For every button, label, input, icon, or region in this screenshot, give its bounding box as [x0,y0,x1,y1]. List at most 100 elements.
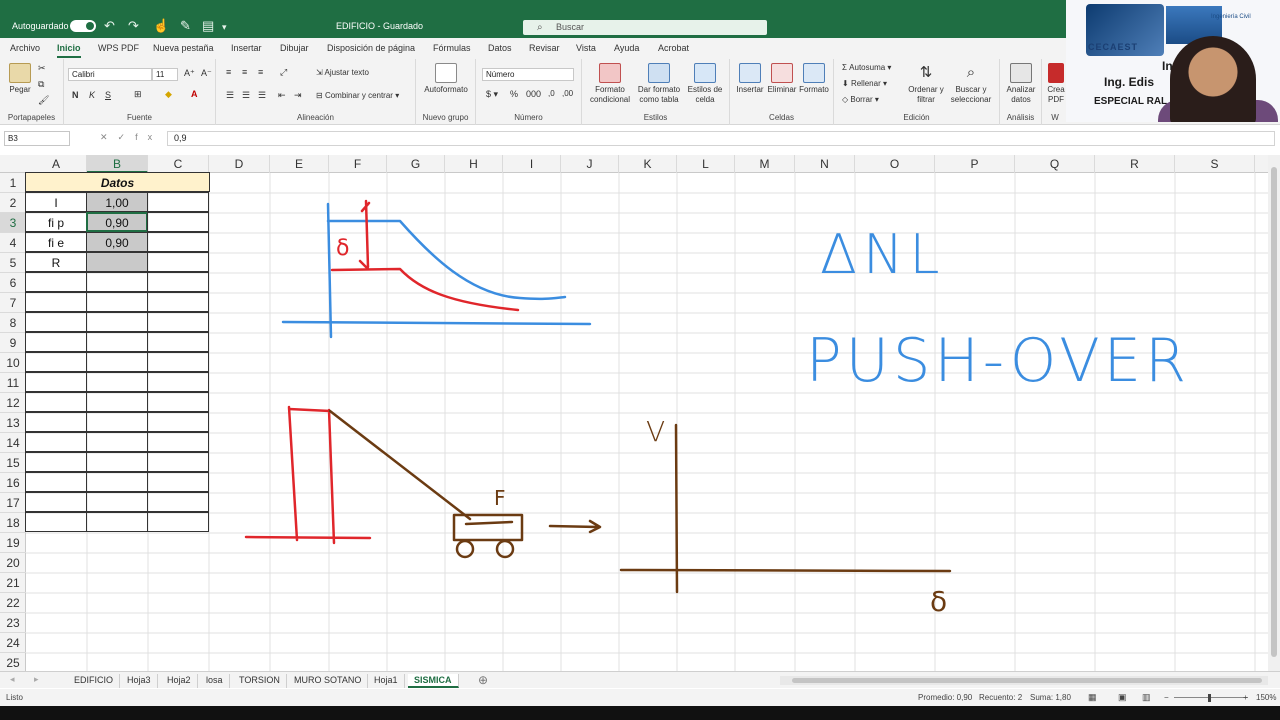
cells-area[interactable]: Datos I 1,00 fi p 0,90 fi e 0,90 R [25,172,1268,673]
vertical-scroll-thumb[interactable] [1271,167,1277,657]
empty-bordered-cell[interactable] [147,512,209,532]
value-i[interactable]: 1,00 [86,192,148,212]
empty-bordered-cell[interactable] [147,272,209,292]
tab-inicio[interactable]: Inicio [57,43,81,58]
form-icon[interactable]: ▤ [202,18,214,34]
empty-bordered-cell[interactable] [25,412,87,432]
font-size-select[interactable]: 11 [152,68,178,81]
row-header-10[interactable]: 10 [0,353,26,373]
row-header-7[interactable]: 7 [0,293,26,313]
row-header-17[interactable]: 17 [0,493,26,513]
prev-sheet-icon[interactable]: ◂ [10,674,15,685]
column-header-p[interactable]: P [935,155,1015,173]
zoom-level[interactable]: 150% [1256,693,1276,702]
empty-bordered-cell[interactable] [25,472,87,492]
borders-icon[interactable]: ⊞ [134,89,142,100]
tab-vista[interactable]: Vista [576,43,596,53]
sheet-tab-hoja1[interactable]: Hoja1 [368,674,405,688]
empty-bordered-cell[interactable] [147,312,209,332]
align-right-icon[interactable]: ☰ [258,90,266,101]
decrease-decimal-icon[interactable]: ,00 [562,89,573,98]
tab-ayuda[interactable]: Ayuda [614,43,639,53]
empty-bordered-cell[interactable] [25,312,87,332]
row-header-20[interactable]: 20 [0,553,26,573]
next-sheet-icon[interactable]: ▸ [34,674,39,685]
cell-c5[interactable] [147,252,209,272]
page-break-icon[interactable]: ▥ [1142,692,1151,703]
thousands-icon[interactable]: 000 [526,89,541,99]
row-header-25[interactable]: 25 [0,653,26,673]
row-header-9[interactable]: 9 [0,333,26,353]
empty-bordered-cell[interactable] [86,492,148,512]
formula-input[interactable]: 0,9 [167,131,1275,146]
column-header-n[interactable]: N [795,155,855,173]
cell-styles-button[interactable]: Estilos de celda [684,63,726,105]
row-header-2[interactable]: 2 [0,193,26,213]
customize-toolbar-icon[interactable]: ▾ [222,22,227,33]
tab-wps-pdf[interactable]: WPS PDF [98,43,139,53]
tab-datos[interactable]: Datos [488,43,512,53]
align-center-icon[interactable]: ☰ [242,90,250,101]
label-fi-p[interactable]: fi p [25,212,87,232]
empty-bordered-cell[interactable] [25,452,87,472]
empty-bordered-cell[interactable] [86,372,148,392]
search-box[interactable]: ⌕ Buscar [523,20,767,35]
label-r[interactable]: R [25,252,87,272]
empty-bordered-cell[interactable] [86,352,148,372]
worksheet-grid[interactable]: ABCDEFGHIJKLMNOPQRS 1 2 3 4 5 6 7 8 9 10 11 12 13 14 1… [0,155,1268,673]
column-header-j[interactable]: J [561,155,619,173]
empty-bordered-cell[interactable] [147,472,209,492]
page-layout-icon[interactable]: ▣ [1118,692,1127,703]
bold-icon[interactable]: N [72,90,79,100]
tab-revisar[interactable]: Revisar [529,43,560,53]
tab-acrobat[interactable]: Acrobat [658,43,689,53]
empty-bordered-cell[interactable] [86,392,148,412]
column-header-q[interactable]: Q [1015,155,1095,173]
underline-icon[interactable]: S [105,90,111,100]
align-middle-icon[interactable]: ≡ [242,67,247,77]
row-header-24[interactable]: 24 [0,633,26,653]
sheet-tab-muro-sotano[interactable]: MURO SOTANO [288,674,369,688]
clear-button[interactable]: ◇ Borrar ▾ [842,95,879,104]
value-fi-p[interactable]: 0,90 [86,212,148,232]
empty-bordered-cell[interactable] [147,492,209,512]
autosum-button[interactable]: Σ Autosuma ▾ [842,63,891,72]
delete-cells-button[interactable]: Eliminar [766,63,798,95]
empty-bordered-cell[interactable] [147,432,209,452]
row-header-18[interactable]: 18 [0,513,26,533]
empty-bordered-cell[interactable] [86,452,148,472]
percent-icon[interactable]: % [510,89,518,99]
row-header-21[interactable]: 21 [0,573,26,593]
tab-archivo[interactable]: Archivo [10,43,40,53]
increase-indent-icon[interactable]: ⇥ [294,90,302,101]
decrease-indent-icon[interactable]: ⇤ [278,90,286,101]
empty-bordered-cell[interactable] [147,392,209,412]
row-header-6[interactable]: 6 [0,273,26,293]
empty-bordered-cell[interactable] [86,272,148,292]
fill-button[interactable]: ⬇ Rellenar ▾ [842,79,887,88]
row-header-23[interactable]: 23 [0,613,26,633]
empty-bordered-cell[interactable] [25,432,87,452]
column-header-f[interactable]: F [329,155,387,173]
value-r[interactable] [86,252,148,272]
empty-bordered-cell[interactable] [147,372,209,392]
row-header-22[interactable]: 22 [0,593,26,613]
align-bottom-icon[interactable]: ≡ [258,67,263,77]
empty-bordered-cell[interactable] [25,332,87,352]
cell-c2[interactable] [147,192,209,212]
sort-filter-button[interactable]: ⇅ Ordenar y filtrar [906,63,946,105]
format-as-table-button[interactable]: Dar formato como tabla [636,63,682,105]
format-painter-icon[interactable]: 🖌 [38,95,49,106]
column-header-r[interactable]: R [1095,155,1175,173]
font-color-icon[interactable]: A [191,89,198,99]
add-sheet-icon[interactable]: ⊕ [478,673,488,687]
conditional-format-button[interactable]: Formato condicional [586,63,634,105]
tab-insertar[interactable]: Insertar [231,43,262,53]
empty-bordered-cell[interactable] [147,292,209,312]
row-header-3[interactable]: 3 [0,213,26,233]
analyze-data-button[interactable]: Analizar datos [1002,63,1040,105]
format-cells-button[interactable]: Formato [798,63,830,95]
currency-icon[interactable]: $ ▾ [486,89,498,100]
sheet-tab-hoja3[interactable]: Hoja3 [121,674,158,688]
sheet-tab-hoja2[interactable]: Hoja2 [161,674,198,688]
